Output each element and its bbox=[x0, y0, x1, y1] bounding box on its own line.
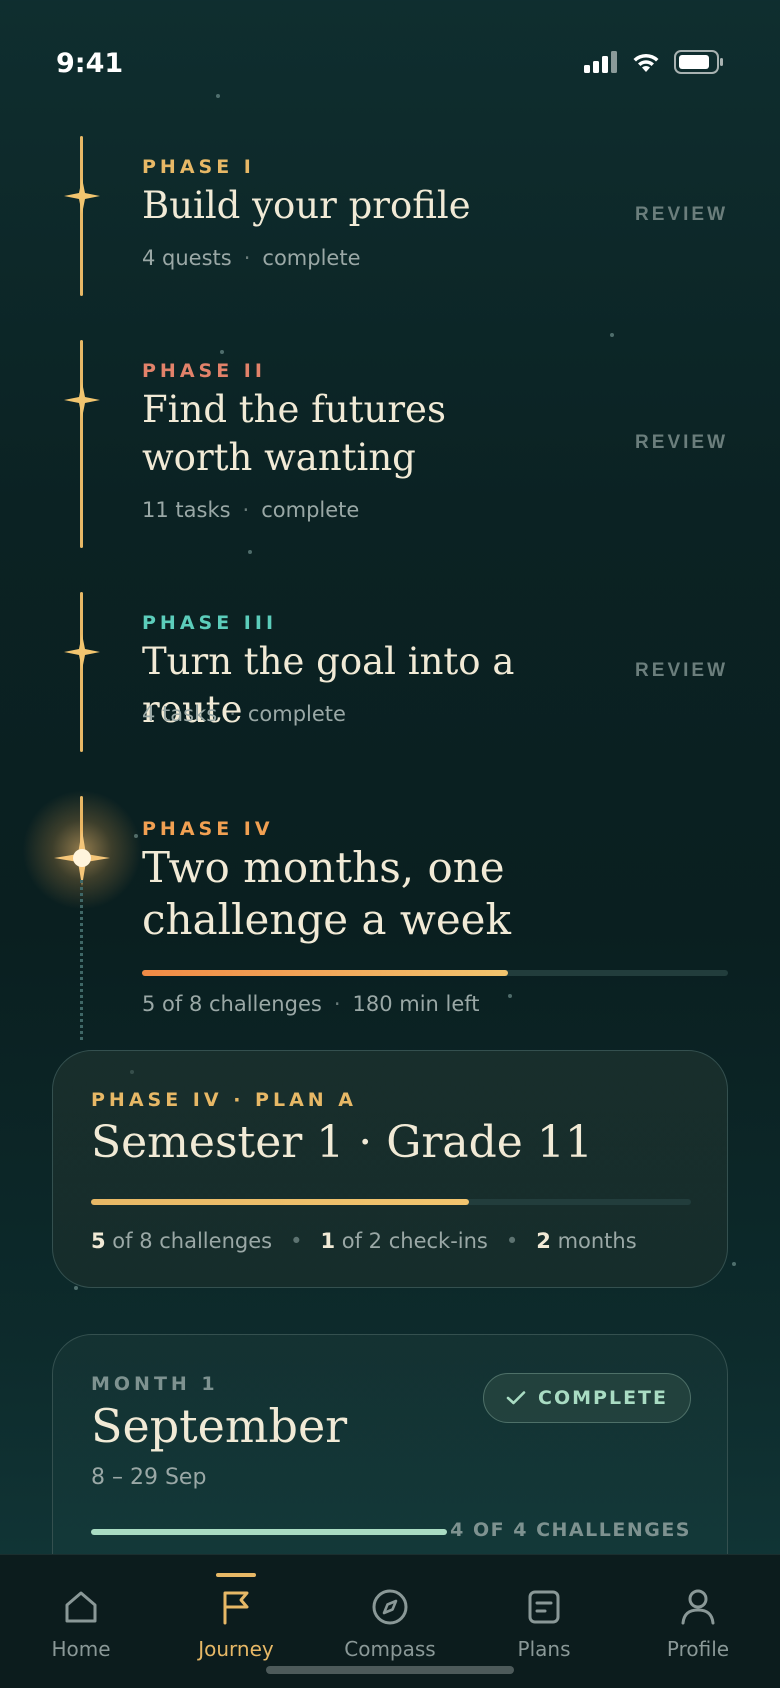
wifi-icon bbox=[633, 53, 659, 72]
sparkle-icon bbox=[64, 178, 100, 214]
tab-label: Journey bbox=[198, 1637, 274, 1661]
tab-label: Profile bbox=[666, 1637, 730, 1661]
phase-eyebrow: PHASE IV bbox=[142, 818, 274, 840]
month-challenge-count: 4 OF 4 CHALLENGES bbox=[450, 1519, 691, 1541]
phase-meta: 4 tasks · complete bbox=[142, 702, 346, 726]
plan-stats: 5 of 8 challenges • 1 of 2 check-ins • 2 mon… bbox=[91, 1229, 637, 1253]
tab-profile[interactable]: Profile bbox=[620, 1555, 776, 1688]
tab-label: Home bbox=[51, 1637, 111, 1661]
plan-title: Semester 1 · Grade 11 bbox=[91, 1117, 593, 1168]
phase-eyebrow: PHASE III bbox=[142, 612, 278, 634]
months-rest: months bbox=[550, 1229, 637, 1253]
star-dust bbox=[248, 550, 252, 554]
active-tab-indicator bbox=[216, 1573, 256, 1577]
status-time: 9:41 bbox=[56, 48, 124, 79]
plan-eyebrow: PHASE IV · PLAN A bbox=[91, 1089, 357, 1111]
current-phase-title: Two months, one challenge a week bbox=[142, 843, 511, 944]
month-title: September bbox=[91, 1399, 348, 1453]
phase-title: Build your profile bbox=[142, 184, 471, 227]
star-dust bbox=[508, 994, 512, 998]
month-dates: 8 – 29 Sep bbox=[91, 1465, 207, 1490]
checkins-rest: of 2 check-ins bbox=[335, 1229, 488, 1253]
profile-icon bbox=[681, 1589, 715, 1625]
signal-icon bbox=[584, 51, 617, 73]
plan-card[interactable]: PHASE IV · PLAN A Semester 1 · Grade 11 … bbox=[52, 1050, 728, 1288]
phase-count: 5 of 8 challenges bbox=[142, 992, 322, 1016]
phase-meta: 11 tasks · complete bbox=[142, 498, 360, 522]
month-progress bbox=[91, 1529, 447, 1535]
checkins-done: 1 bbox=[320, 1229, 336, 1253]
sparkle-icon bbox=[64, 382, 100, 418]
status-bar: 9:41 bbox=[0, 0, 780, 130]
tab-label: Plans bbox=[517, 1637, 571, 1661]
month-eyebrow: MONTH 1 bbox=[91, 1373, 219, 1395]
review-button[interactable]: REVIEW bbox=[635, 432, 728, 454]
timeline-line bbox=[80, 340, 83, 548]
plan-progress bbox=[91, 1199, 691, 1205]
timeline-line bbox=[80, 592, 83, 752]
phase-eyebrow: PHASE I bbox=[142, 156, 255, 178]
star-dust bbox=[74, 1286, 78, 1290]
sparkle-icon bbox=[64, 634, 100, 670]
flag-icon bbox=[223, 1591, 249, 1625]
progress-fill bbox=[142, 970, 509, 976]
phase-state: complete bbox=[247, 702, 346, 726]
star-dust bbox=[216, 94, 220, 98]
phase-state: complete bbox=[261, 498, 360, 522]
phase-count: 4 tasks bbox=[142, 702, 218, 726]
plans-icon bbox=[528, 1590, 560, 1624]
phase-count: 4 quests bbox=[142, 246, 232, 270]
tab-label: Compass bbox=[344, 1637, 436, 1661]
phase-state: complete bbox=[262, 246, 361, 270]
challenges-done: 5 bbox=[91, 1229, 106, 1253]
phase-meta: 4 quests · complete bbox=[142, 246, 361, 270]
timeline-dotted-line bbox=[80, 880, 83, 1040]
status-icons bbox=[584, 50, 724, 74]
review-button[interactable]: REVIEW bbox=[635, 660, 728, 682]
compass-icon bbox=[372, 1589, 408, 1625]
progress-fill bbox=[91, 1199, 469, 1205]
phase-meta: 5 of 8 challenges · 180 min left bbox=[142, 992, 480, 1016]
check-icon bbox=[506, 1391, 526, 1405]
star-dust bbox=[220, 350, 224, 354]
home-indicator bbox=[266, 1666, 514, 1674]
phase-title: Find the futures worth wanting bbox=[142, 388, 446, 479]
time-left: 180 min left bbox=[352, 992, 480, 1016]
review-button[interactable]: REVIEW bbox=[635, 204, 728, 226]
phase-count: 11 tasks bbox=[142, 498, 231, 522]
complete-badge-label: COMPLETE bbox=[538, 1387, 668, 1409]
timeline-line bbox=[80, 136, 83, 296]
complete-badge: COMPLETE bbox=[483, 1373, 691, 1423]
battery-icon bbox=[674, 50, 723, 74]
months-num: 2 bbox=[536, 1229, 551, 1253]
home-icon bbox=[65, 1591, 97, 1623]
star-dust bbox=[732, 1262, 736, 1266]
star-dust bbox=[610, 333, 614, 337]
phase-eyebrow: PHASE II bbox=[142, 360, 266, 382]
tab-home[interactable]: Home bbox=[3, 1555, 159, 1688]
challenges-rest: of 8 challenges bbox=[105, 1229, 273, 1253]
current-phase-progress bbox=[142, 970, 728, 976]
